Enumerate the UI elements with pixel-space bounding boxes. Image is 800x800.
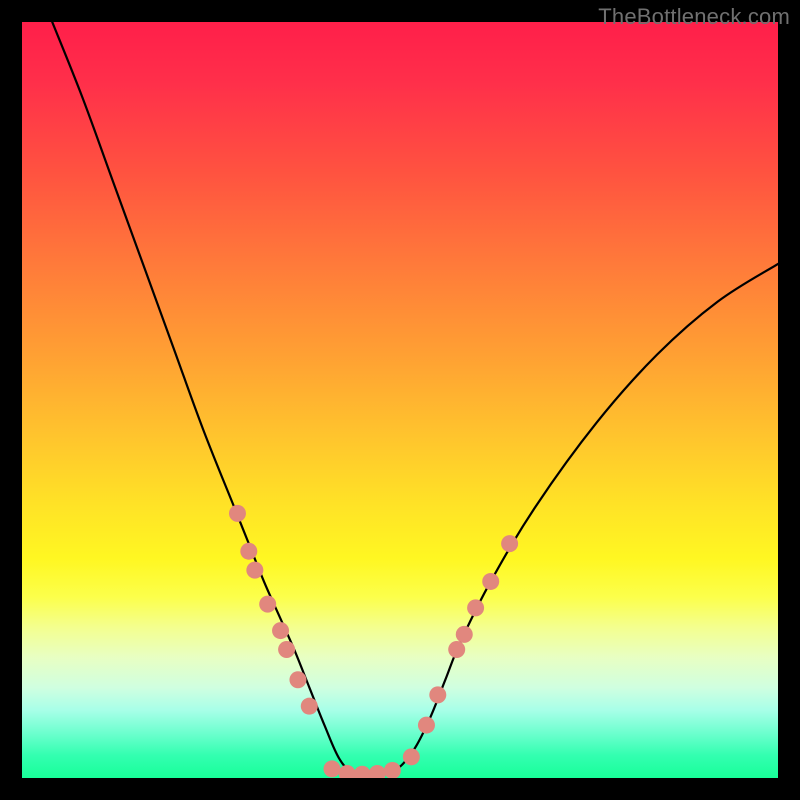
data-marker — [403, 748, 420, 765]
data-marker — [259, 596, 276, 613]
data-marker — [272, 622, 289, 639]
data-marker — [229, 505, 246, 522]
data-marker — [448, 641, 465, 658]
data-marker — [418, 717, 435, 734]
marker-group — [229, 505, 518, 778]
data-marker — [301, 698, 318, 715]
chart-plot-area — [22, 22, 778, 778]
data-marker — [384, 762, 401, 778]
bottleneck-chart — [22, 22, 778, 778]
data-marker — [467, 599, 484, 616]
data-marker — [339, 765, 356, 778]
data-marker — [456, 626, 473, 643]
data-marker — [429, 686, 446, 703]
data-marker — [482, 573, 499, 590]
data-marker — [278, 641, 295, 658]
data-marker — [323, 760, 340, 777]
data-marker — [369, 765, 386, 778]
data-marker — [354, 766, 371, 778]
bottleneck-curve — [52, 22, 778, 775]
data-marker — [501, 535, 518, 552]
data-marker — [240, 543, 257, 560]
watermark-text: TheBottleneck.com — [598, 4, 790, 30]
data-marker — [289, 671, 306, 688]
data-marker — [246, 562, 263, 579]
